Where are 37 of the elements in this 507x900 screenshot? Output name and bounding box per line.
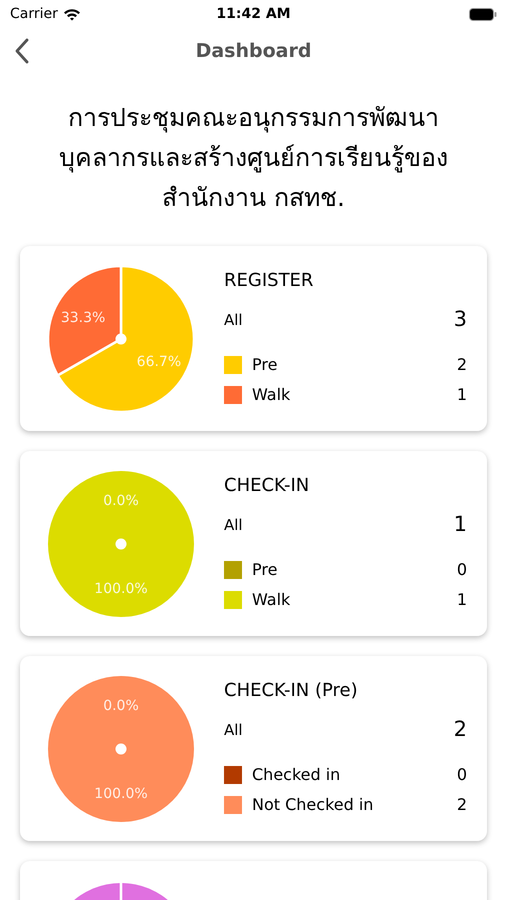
slice-label: 100.0% xyxy=(94,785,148,802)
legend-count: 0 xyxy=(456,764,467,786)
slice-label: 33.3% xyxy=(60,310,106,326)
legend-count: 2 xyxy=(456,794,467,816)
legend-count: 0 xyxy=(456,558,467,581)
card-title: CHECK-IN (Pre) xyxy=(224,679,359,704)
legend-label: Not Checked in xyxy=(252,794,374,816)
total-label: All xyxy=(224,514,243,536)
legend-label: Pre xyxy=(252,558,278,581)
wifi-icon xyxy=(62,8,81,20)
legend-label: Walk xyxy=(252,588,292,611)
center-dot xyxy=(116,743,126,754)
back-chevron-icon xyxy=(15,38,29,64)
center-dot xyxy=(116,333,126,344)
legend-count: 1 xyxy=(456,588,467,611)
legend-count: 1 xyxy=(456,384,467,406)
nav-title: Dashboard xyxy=(196,38,312,64)
total-count: 1 xyxy=(454,511,467,538)
legend-label: Pre xyxy=(252,354,278,376)
card-title: CHECK-IN xyxy=(224,474,310,498)
legend-label: Walk xyxy=(252,384,292,406)
legend-count: 2 xyxy=(456,354,467,376)
slice-label: 66.7% xyxy=(136,353,182,370)
card-title: REGISTER xyxy=(224,269,314,294)
total-label: All xyxy=(224,720,243,741)
carrier-label: Carrier xyxy=(10,4,58,24)
legend-label: Checked in xyxy=(252,764,342,786)
total-label: All xyxy=(224,310,243,331)
total-count: 3 xyxy=(454,306,467,334)
slice-label: 100.0% xyxy=(94,580,148,596)
slice-label: 0.0% xyxy=(103,492,139,509)
slice-label: 0.0% xyxy=(103,698,139,714)
status-time: 11:42 AM xyxy=(216,4,291,24)
total-count: 2 xyxy=(454,716,467,744)
center-dot xyxy=(116,538,126,549)
meeting-title: การประชุมคณะอนุกรรมการพัฒนาบุคลากรและสร้างศูนย์การเรียนรู้ของสำนักงาน กสทช. xyxy=(58,102,449,214)
battery-icon xyxy=(469,8,497,20)
